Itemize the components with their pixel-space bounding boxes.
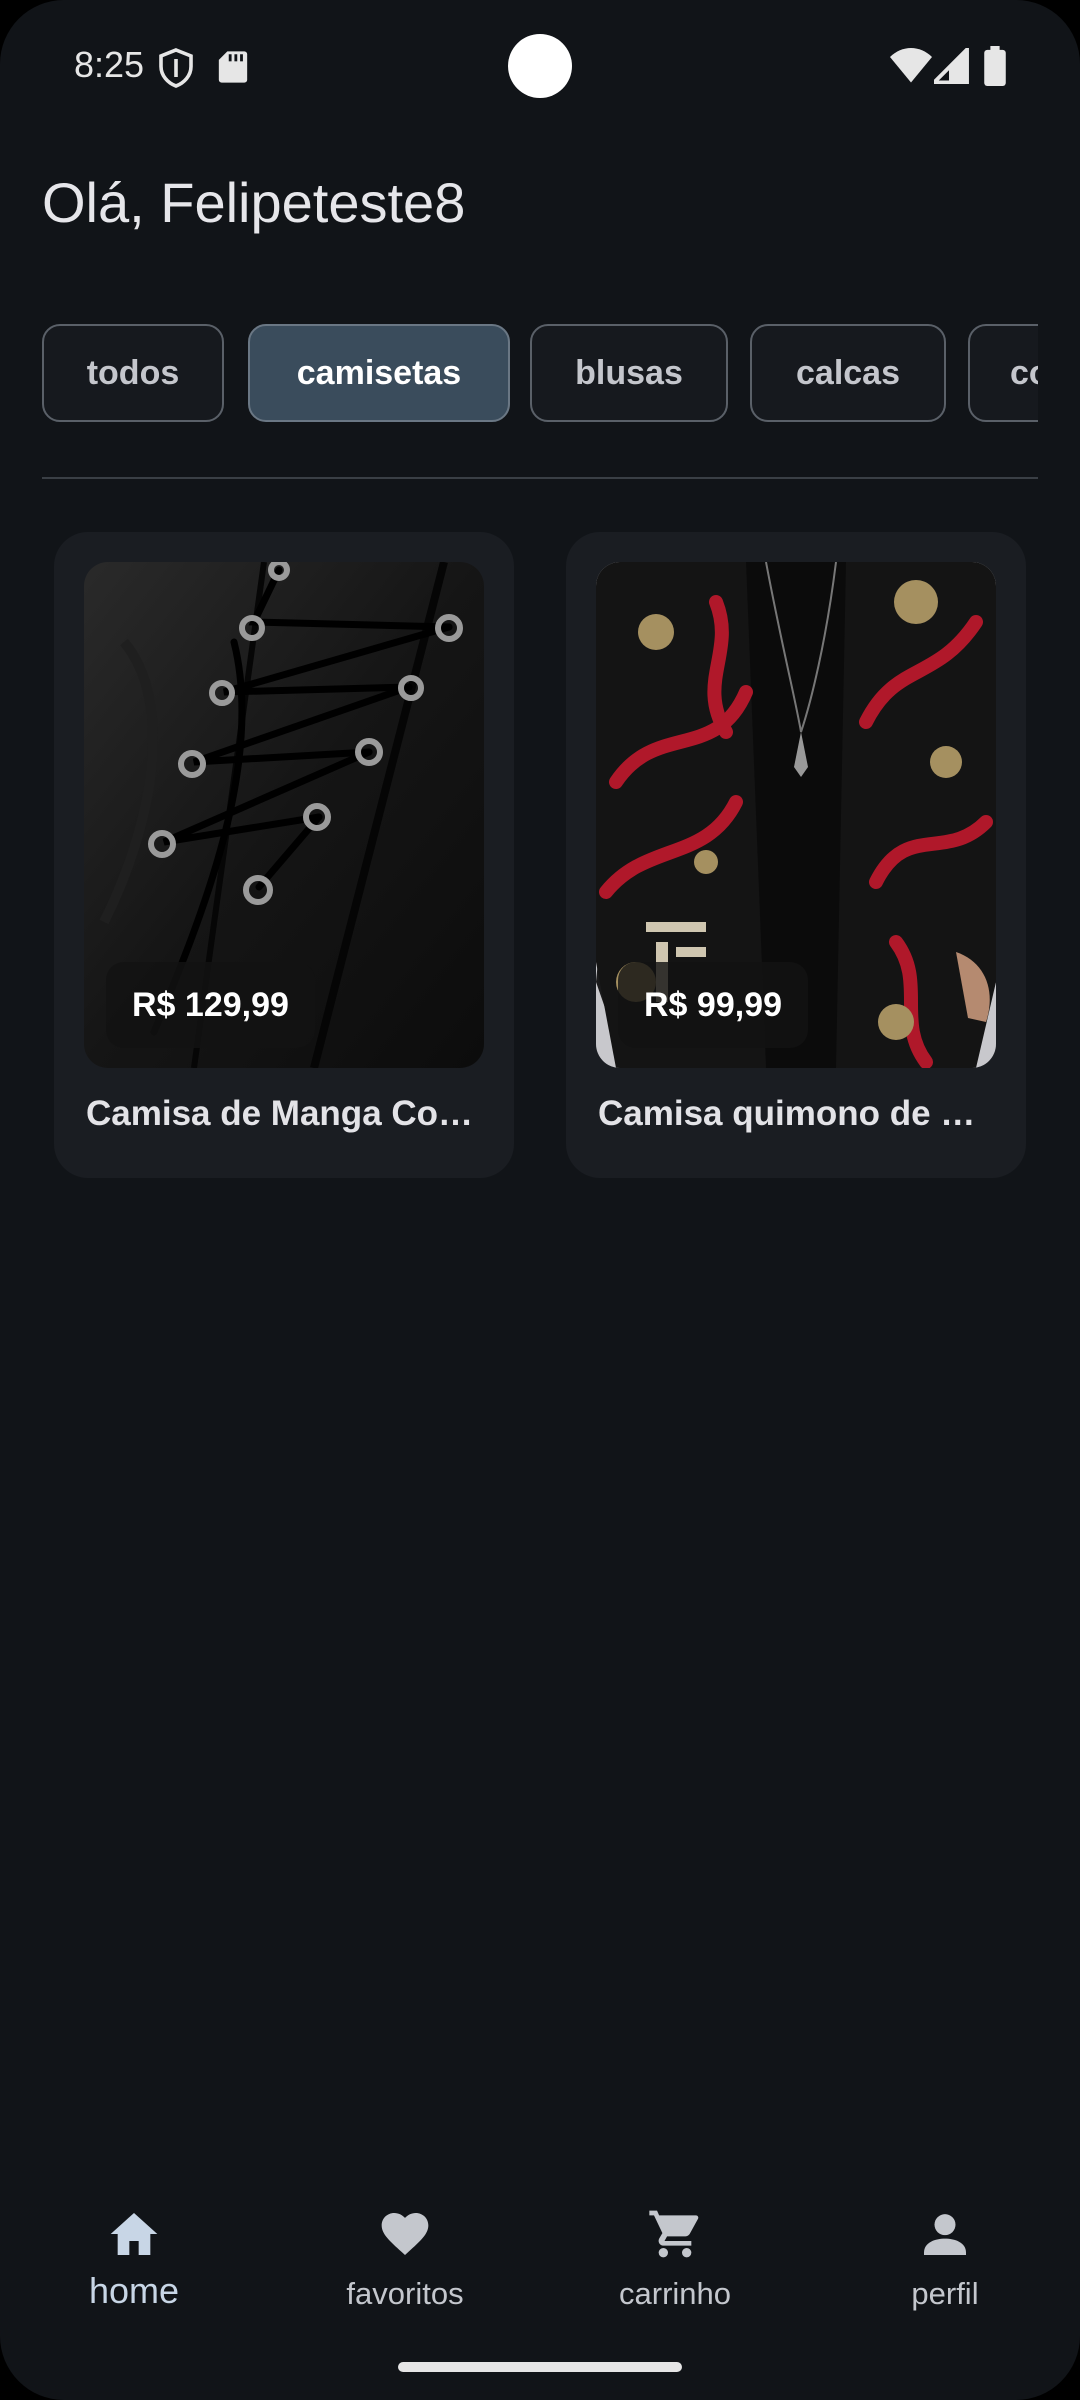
battery-icon [984, 46, 1006, 86]
nav-item-favoritos[interactable]: favoritos [305, 2170, 505, 2320]
product-title[interactable]: Camisa de Manga Co… [86, 1094, 482, 1134]
category-chip-calcas[interactable]: calcas [750, 324, 946, 422]
bottom-navigation: home favoritos carrinho perfil [0, 2170, 1080, 2350]
category-chip-blusas[interactable]: blusas [530, 324, 728, 422]
wifi-icon [890, 48, 932, 83]
nav-item-perfil[interactable]: perfil [845, 2170, 1045, 2320]
home-icon [110, 2213, 158, 2255]
product-image[interactable]: R$ 99,99 [596, 562, 996, 1068]
product-image[interactable]: R$ 129,99 [84, 562, 484, 1068]
signal-icon [934, 48, 969, 84]
app-screen: 8:25 Olá, Felipeteste8 todos camisetas b [0, 0, 1080, 2400]
status-time: 8:25 [74, 44, 145, 85]
cart-icon [649, 2210, 699, 2258]
price-badge: R$ 129,99 [106, 962, 315, 1048]
category-chip-camisetas[interactable]: camisetas [248, 324, 510, 422]
greeting-title: Olá, Felipeteste8 [42, 171, 466, 234]
status-bar: 8:25 [0, 0, 1080, 130]
category-chip-partial[interactable]: co [968, 324, 1038, 422]
category-chips: todos camisetas blusas calcas co [42, 324, 1038, 424]
product-card[interactable]: R$ 99,99 Camisa quimono de … [566, 532, 1026, 1178]
product-title[interactable]: Camisa quimono de … [598, 1094, 994, 1134]
shield-icon [159, 48, 193, 88]
nav-label-favoritos: favoritos [346, 2276, 464, 2311]
sd-card-icon [218, 51, 248, 83]
nav-label-carrinho: carrinho [619, 2276, 731, 2311]
nav-item-carrinho[interactable]: carrinho [575, 2170, 775, 2320]
product-card[interactable]: R$ 129,99 Camisa de Manga Co… [54, 532, 514, 1178]
nav-label-home: home [88, 2270, 180, 2311]
heart-icon [381, 2213, 429, 2255]
nav-item-home[interactable]: home [34, 2170, 234, 2320]
person-icon [924, 2214, 966, 2255]
home-indicator[interactable] [398, 2362, 682, 2372]
nav-label-perfil: perfil [911, 2276, 979, 2311]
divider [42, 477, 1038, 479]
category-chip-todos[interactable]: todos [42, 324, 224, 422]
camera-cutout [508, 34, 572, 98]
price-badge: R$ 99,99 [618, 962, 808, 1048]
